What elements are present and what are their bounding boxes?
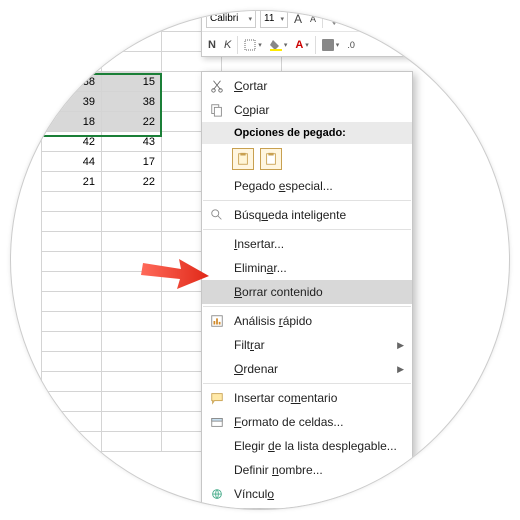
border-button[interactable]: ▾	[242, 39, 264, 51]
menu-clear-contents[interactable]: Borrar contenido	[202, 280, 412, 304]
paste-options-row	[202, 144, 412, 174]
cell[interactable]: 18	[42, 112, 102, 132]
cell[interactable]: 38	[42, 72, 102, 92]
cell[interactable]: 22	[102, 172, 162, 192]
cell[interactable]: 22	[102, 112, 162, 132]
menu-insert-comment[interactable]: Insertar comentario	[202, 386, 412, 410]
cell[interactable]: 42	[42, 132, 102, 152]
cell[interactable]	[102, 32, 162, 52]
mini-toolbar: Calibri▾ 11▾ A A N K ▾ ▾ A▾ ▾ .0	[201, 10, 421, 57]
cell[interactable]: 50	[42, 32, 102, 52]
menu-quick-analysis[interactable]: Análisis rápido	[202, 309, 412, 333]
cell[interactable]: 17	[102, 152, 162, 172]
menu-delete[interactable]: Eliminar...	[202, 256, 412, 280]
format-painter-icon[interactable]	[327, 12, 345, 26]
menu-cut[interactable]: Cortar	[202, 74, 412, 98]
menu-copy[interactable]: Copiar	[202, 98, 412, 122]
font-size-select[interactable]: 11▾	[260, 10, 288, 28]
menu-format-cells[interactable]: Formato de celdas...	[202, 410, 412, 434]
shrink-font-button[interactable]: A	[308, 14, 318, 24]
menu-filter[interactable]: Filtrar▶	[202, 333, 412, 357]
paste-options-header: Opciones de pegado:	[202, 122, 412, 144]
font-color-button[interactable]: A▾	[293, 39, 310, 51]
menu-hyperlink[interactable]: Vínculo	[202, 482, 412, 506]
cell[interactable]: 43	[102, 132, 162, 152]
comment-icon	[208, 389, 226, 407]
menu-pick-from-list[interactable]: Elegir de la lista desplegable...	[202, 434, 412, 458]
format-icon	[208, 413, 226, 431]
menu-smart-lookup[interactable]: Búsqueda inteligente	[202, 203, 412, 227]
paste-option-2[interactable]	[260, 148, 282, 170]
cell[interactable]: 39	[42, 92, 102, 112]
decimal-button[interactable]: .0	[345, 40, 357, 50]
search-icon	[208, 206, 226, 224]
quick-analysis-icon	[208, 312, 226, 330]
cell[interactable]: 38	[102, 92, 162, 112]
cell[interactable]: 44	[42, 152, 102, 172]
copy-icon	[208, 101, 226, 119]
cell[interactable]: 21	[42, 172, 102, 192]
cell[interactable]: 47	[42, 52, 102, 72]
number-format-button[interactable]: ▾	[320, 39, 342, 51]
link-icon	[208, 485, 226, 503]
menu-paste-special[interactable]: Pegado especial...	[202, 174, 412, 198]
grow-font-button[interactable]: A	[292, 12, 304, 26]
bold-button[interactable]: N	[206, 39, 218, 51]
menu-insert[interactable]: Insertar...	[202, 232, 412, 256]
cut-icon	[208, 77, 226, 95]
cell[interactable]	[102, 52, 162, 72]
menu-sort[interactable]: Ordenar▶	[202, 357, 412, 381]
font-name-select[interactable]: Calibri▾	[206, 10, 256, 28]
context-menu: Cortar Copiar Opciones de pegado: Pegado…	[201, 71, 413, 509]
menu-define-name[interactable]: Definir nombre...	[202, 458, 412, 482]
cell[interactable]: 15	[102, 72, 162, 92]
fill-color-button[interactable]: ▾	[268, 39, 290, 51]
italic-button[interactable]: K	[222, 39, 233, 51]
paste-option-1[interactable]	[232, 148, 254, 170]
